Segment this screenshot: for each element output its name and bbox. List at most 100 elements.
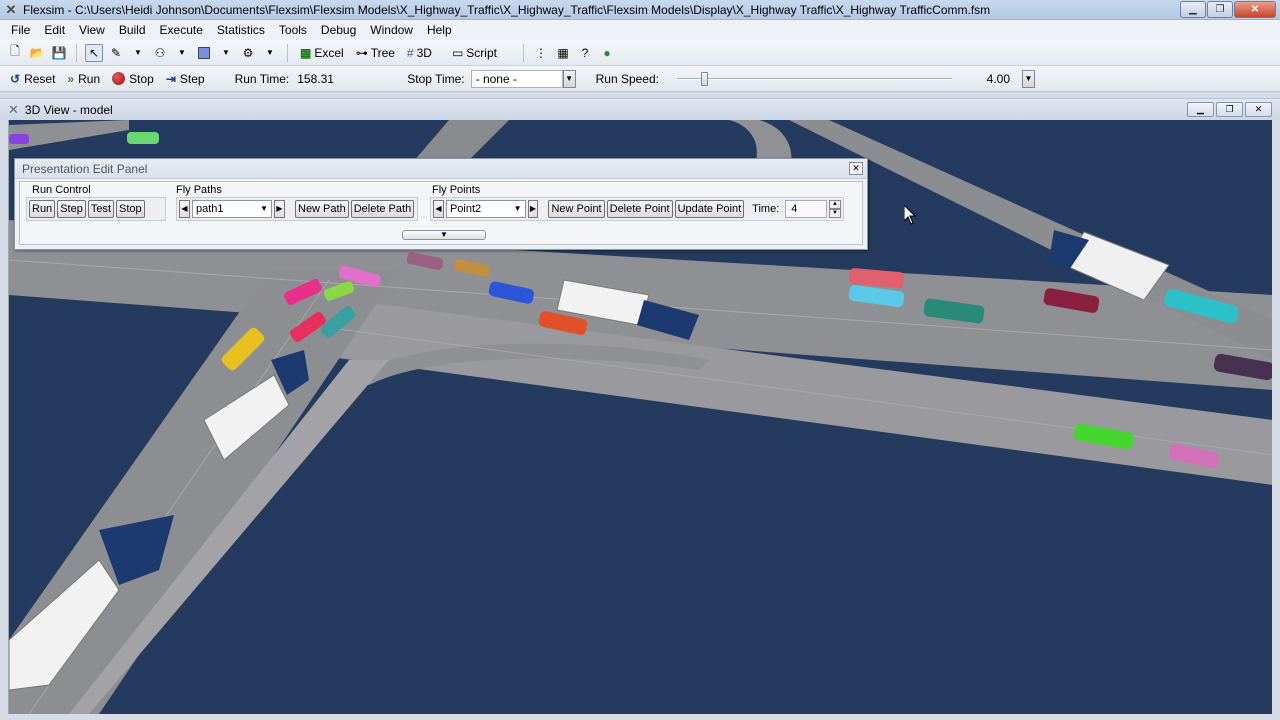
- chevron-down-icon: ▼: [513, 204, 522, 213]
- new-point-button[interactable]: New Point: [548, 200, 605, 218]
- view-3d-button[interactable]: #3D: [401, 43, 438, 63]
- view-window-header: ✕ 3D View - model ▁ ❐ ✕: [0, 98, 1280, 120]
- pointer-select-icon[interactable]: ↖: [85, 43, 103, 62]
- fly-points-controls: ◀ Point2 ▼ ▶ New Point Delete Point Updat…: [430, 197, 844, 221]
- toolbar-separator: [522, 43, 524, 62]
- slider-thumb[interactable]: [701, 71, 708, 86]
- time-spinner[interactable]: ▲ ▼: [829, 200, 841, 218]
- grid-3d-icon: #: [406, 45, 414, 60]
- fly-points-label: Fly Points: [432, 184, 481, 196]
- menu-window[interactable]: Window: [363, 20, 420, 40]
- view-minimize-icon[interactable]: ▁: [1187, 102, 1214, 117]
- dropdown-arrow-icon[interactable]: ▼: [173, 44, 191, 62]
- table-icon[interactable]: ▦: [554, 44, 572, 62]
- toolbar-separator: [287, 43, 288, 62]
- delete-path-button[interactable]: Delete Path: [350, 200, 415, 218]
- window-title: Flexsim - C:\Users\Heidi Johnson\Documen…: [23, 2, 991, 17]
- menu-view[interactable]: View: [72, 20, 112, 40]
- spin-down-icon[interactable]: ▼: [829, 209, 841, 218]
- flexsim-logo-icon: ✕: [5, 1, 17, 17]
- layout-tool-icon[interactable]: ⚙: [239, 44, 257, 62]
- menu-tools[interactable]: Tools: [272, 20, 314, 40]
- next-path-icon[interactable]: ▶: [274, 200, 285, 218]
- menu-debug[interactable]: Debug: [314, 20, 363, 40]
- stop-time-dropdown-icon[interactable]: ▼: [562, 69, 576, 88]
- dropdown-arrow-icon[interactable]: ▼: [261, 44, 279, 62]
- color-swatch-icon[interactable]: [195, 44, 213, 62]
- view-window-controls: ▁ ❐ ✕: [1187, 102, 1272, 117]
- connect-tool-icon[interactable]: ✎: [107, 44, 125, 62]
- minimize-icon[interactable]: ▁: [1180, 1, 1206, 18]
- next-point-icon[interactable]: ▶: [527, 200, 539, 218]
- step-icon: ⇥: [165, 71, 176, 86]
- previous-path-icon[interactable]: ◀: [179, 200, 190, 218]
- previous-point-icon[interactable]: ◀: [433, 200, 444, 218]
- status-bar: [0, 714, 1280, 720]
- chevron-down-icon: ▼: [260, 204, 268, 213]
- panel-step-button[interactable]: Step: [57, 200, 86, 218]
- excel-icon: ▦: [300, 45, 312, 60]
- new-path-button[interactable]: New Path: [295, 200, 349, 218]
- run-control-buttons: Run Step Test Stop: [26, 197, 166, 221]
- run-speed-slider[interactable]: [677, 70, 952, 88]
- stop-button[interactable]: Stop: [106, 68, 160, 90]
- menu-execute[interactable]: Execute: [153, 20, 210, 40]
- view-close-icon[interactable]: ✕: [1245, 102, 1272, 117]
- spin-up-icon[interactable]: ▲: [829, 200, 841, 209]
- panel-title-bar[interactable]: Presentation Edit Panel: [15, 159, 867, 179]
- object-tool-icon[interactable]: ⚇: [151, 44, 169, 62]
- expand-panel-icon[interactable]: ▼: [402, 230, 486, 240]
- dropdown-arrow-icon[interactable]: ▼: [217, 44, 235, 62]
- globe-icon[interactable]: ●: [598, 44, 616, 62]
- help-icon[interactable]: ?: [576, 44, 594, 62]
- run-control-bar: ↺ Reset » Run Stop ⇥ Step Run Time: 158.31 …: [0, 66, 1280, 92]
- panel-run-button[interactable]: Run: [29, 200, 56, 218]
- panel-close-icon[interactable]: ✕: [849, 162, 863, 175]
- reset-icon: ↺: [10, 71, 21, 86]
- time-input[interactable]: 4: [785, 200, 828, 218]
- menu-help[interactable]: Help: [420, 20, 459, 40]
- run-speed-label: Run Speed:: [595, 71, 659, 86]
- menu-statistics[interactable]: Statistics: [210, 20, 272, 40]
- fly-paths-label: Fly Paths: [176, 184, 222, 196]
- run-time-value: 158.31: [297, 71, 334, 86]
- time-label: Time:: [752, 203, 780, 215]
- maximize-icon[interactable]: ❐: [1207, 1, 1233, 18]
- tree-icon: ⊶: [355, 45, 368, 60]
- settings-tree-icon[interactable]: ⋮: [532, 44, 550, 62]
- dropdown-arrow-icon[interactable]: ▼: [129, 44, 147, 62]
- menu-edit[interactable]: Edit: [37, 20, 72, 40]
- run-speed-dropdown-icon[interactable]: ▼: [1022, 69, 1035, 88]
- slider-track: [677, 77, 952, 80]
- new-file-icon[interactable]: 🗋: [6, 44, 24, 62]
- menu-bar: File Edit View Build Execute Statistics …: [0, 20, 1280, 40]
- view-restore-icon[interactable]: ❐: [1216, 102, 1243, 117]
- panel-stop-button[interactable]: Stop: [116, 200, 145, 218]
- save-icon[interactable]: 💾: [50, 44, 68, 62]
- script-icon: ▭: [451, 45, 464, 60]
- window-controls: ▁ ❐ ✕: [1180, 1, 1276, 18]
- fly-path-select[interactable]: path1 ▼: [192, 200, 272, 218]
- excel-button[interactable]: ▦ Excel: [294, 43, 350, 63]
- script-button[interactable]: ▭ Script: [446, 43, 503, 63]
- close-icon[interactable]: ✕: [1234, 1, 1276, 18]
- open-folder-icon[interactable]: 📂: [28, 44, 46, 62]
- tree-button[interactable]: ⊶ Tree: [350, 43, 401, 63]
- step-button[interactable]: ⇥ Step: [160, 68, 211, 90]
- view-title: 3D View - model: [24, 102, 113, 117]
- fly-point-select[interactable]: Point2 ▼: [445, 200, 526, 218]
- flexsim-logo-icon: ✕: [8, 101, 19, 117]
- panel-test-button[interactable]: Test: [87, 200, 115, 218]
- car: [127, 132, 159, 144]
- stop-time-field[interactable]: - none -: [470, 69, 563, 88]
- reset-button[interactable]: ↺ Reset: [4, 68, 61, 90]
- panel-title: Presentation Edit Panel: [22, 161, 148, 176]
- delete-point-button[interactable]: Delete Point: [606, 200, 673, 218]
- run-button[interactable]: » Run: [61, 68, 106, 90]
- title-bar: ✕ Flexsim - C:\Users\Heidi Johnson\Docum…: [0, 0, 1280, 20]
- run-time-label: Run Time:: [234, 71, 290, 86]
- menu-build[interactable]: Build: [112, 20, 153, 40]
- menu-file[interactable]: File: [4, 20, 37, 40]
- update-point-button[interactable]: Update Point: [674, 200, 745, 218]
- run-speed-value: 4.00: [986, 71, 1010, 86]
